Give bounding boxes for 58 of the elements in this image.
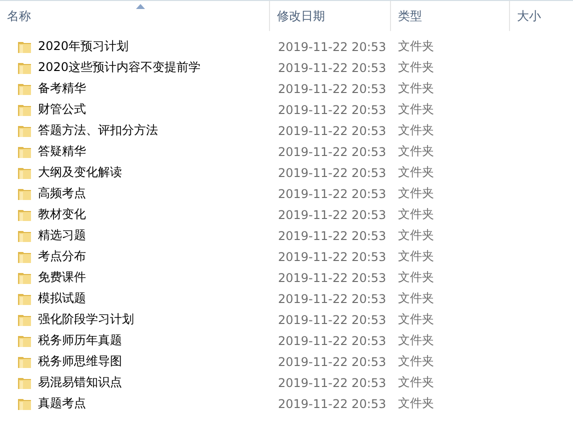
item-type: 文件夹	[397, 80, 435, 97]
column-header[interactable]: 修改日期	[277, 8, 325, 24]
item-type: 文件夹	[397, 143, 435, 160]
item-type: 文件夹	[397, 353, 435, 370]
item-type: 文件夹	[397, 164, 435, 181]
item-type: 文件夹	[397, 311, 435, 328]
item-type: 文件夹	[397, 269, 435, 286]
folder-name[interactable]: 财管公式	[38, 101, 86, 118]
folder-name[interactable]: 税务师历年真题	[38, 332, 122, 349]
folder-name[interactable]: 易混易错知识点	[38, 374, 122, 391]
modified-date: 2019-11-22 20:53	[277, 396, 388, 410]
modified-date: 2019-11-22 20:53	[277, 270, 388, 284]
folder-name[interactable]: 高频考点	[38, 185, 86, 202]
item-type: 文件夹	[397, 395, 435, 412]
modified-date: 2019-11-22 20:53	[277, 208, 388, 222]
folder-name[interactable]: 2020年预习计划	[38, 38, 129, 55]
folder-name[interactable]: 模拟试题	[38, 290, 86, 307]
column-header[interactable]: 名称	[7, 8, 31, 24]
item-type: 文件夹	[397, 38, 435, 55]
column-header[interactable]: 大小	[517, 8, 541, 24]
item-type: 文件夹	[397, 374, 435, 391]
folder-name[interactable]: 考点分布	[38, 248, 86, 265]
modified-date: 2019-11-22 20:53	[277, 376, 388, 390]
modified-date: 2019-11-22 20:53	[277, 40, 388, 54]
modified-date: 2019-11-22 20:53	[277, 228, 388, 242]
item-type: 文件夹	[397, 185, 435, 202]
item-type: 文件夹	[397, 59, 435, 76]
item-type: 文件夹	[397, 101, 435, 118]
modified-date: 2019-11-22 20:53	[277, 292, 388, 306]
folder-name[interactable]: 强化阶段学习计划	[38, 311, 134, 328]
folder-name[interactable]: 答疑精华	[38, 143, 86, 160]
modified-date: 2019-11-22 20:53	[277, 250, 388, 264]
folder-name[interactable]: 真题考点	[38, 395, 86, 412]
modified-date: 2019-11-22 20:53	[277, 166, 388, 180]
modified-date: 2019-11-22 20:53	[277, 312, 388, 326]
folder-name[interactable]: 大纲及变化解读	[38, 164, 122, 181]
modified-date: 2019-11-22 20:53	[277, 124, 388, 138]
folder-name[interactable]: 2020这些预计内容不变提前学	[38, 59, 201, 76]
folder-name[interactable]: 教材变化	[38, 206, 86, 223]
column-header[interactable]: 类型	[398, 8, 422, 24]
modified-date: 2019-11-22 20:53	[277, 186, 388, 200]
item-type: 文件夹	[397, 332, 435, 349]
modified-date: 2019-11-22 20:53	[277, 102, 388, 116]
modified-date: 2019-11-22 20:53	[277, 82, 388, 96]
folder-name[interactable]: 税务师思维导图	[38, 353, 122, 370]
modified-date: 2019-11-22 20:53	[277, 334, 388, 348]
modified-date: 2019-11-22 20:53	[277, 354, 388, 368]
folder-name[interactable]: 精选习题	[38, 227, 86, 244]
item-type: 文件夹	[397, 290, 435, 307]
item-type: 文件夹	[397, 206, 435, 223]
modified-date: 2019-11-22 20:53	[277, 60, 388, 74]
item-type: 文件夹	[397, 122, 435, 139]
modified-date: 2019-11-22 20:53	[277, 144, 388, 158]
item-type: 文件夹	[397, 248, 435, 265]
folder-name[interactable]: 备考精华	[38, 80, 86, 97]
folder-name[interactable]: 免费课件	[38, 269, 86, 286]
folder-name[interactable]: 答题方法、评扣分方法	[38, 122, 158, 139]
item-type: 文件夹	[397, 227, 435, 244]
